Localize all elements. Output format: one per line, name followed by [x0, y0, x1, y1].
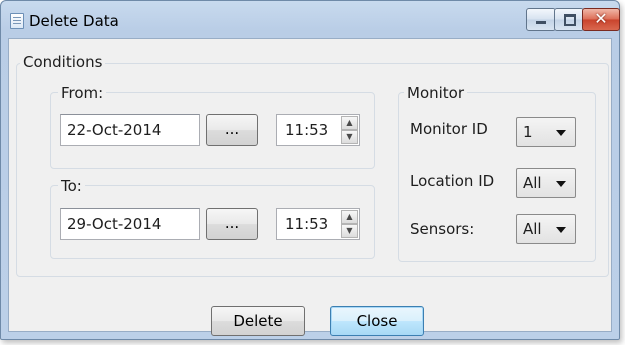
app-window-icon — [10, 13, 24, 29]
from-time-spinner[interactable]: 11:53 ▲ ▼ — [276, 114, 360, 146]
monitor-group-label: Monitor — [404, 84, 468, 102]
location-id-value: All — [523, 174, 542, 192]
to-date-field[interactable]: 29-Oct-2014 — [60, 208, 200, 240]
close-button[interactable]: Close — [330, 306, 424, 336]
title-bar[interactable]: Delete Data ✕ — [1, 1, 620, 39]
location-id-label: Location ID — [410, 172, 495, 190]
window-title: Delete Data — [29, 12, 119, 30]
to-date-browse-button[interactable]: ... — [206, 208, 258, 240]
from-label: From: — [58, 84, 107, 102]
to-time-spin-buttons: ▲ ▼ — [341, 210, 358, 238]
maximize-button[interactable] — [554, 8, 584, 31]
sensors-dropdown[interactable]: All — [516, 214, 576, 244]
spin-down-icon[interactable]: ▼ — [341, 224, 358, 238]
close-icon: ✕ — [594, 9, 608, 28]
from-time-spin-buttons: ▲ ▼ — [341, 116, 358, 144]
from-date-field[interactable]: 22-Oct-2014 — [60, 114, 200, 146]
maximize-icon — [564, 14, 576, 26]
monitor-id-value: 1 — [523, 123, 533, 141]
monitor-id-dropdown[interactable]: 1 — [516, 117, 576, 147]
to-time-spinner[interactable]: 11:53 ▲ ▼ — [276, 208, 360, 240]
to-time-value: 11:53 — [285, 215, 329, 233]
location-id-dropdown[interactable]: All — [516, 168, 576, 198]
chevron-down-icon — [556, 130, 566, 136]
minimize-button[interactable] — [526, 8, 556, 31]
chevron-down-icon — [556, 181, 566, 187]
sensors-label: Sensors: — [410, 220, 475, 238]
delete-button[interactable]: Delete — [211, 306, 305, 336]
spin-down-icon[interactable]: ▼ — [341, 130, 358, 144]
sensors-value: All — [523, 220, 542, 238]
chevron-down-icon — [556, 227, 566, 233]
conditions-group-label: Conditions — [20, 53, 106, 71]
close-window-button[interactable]: ✕ — [582, 8, 620, 31]
monitor-id-label: Monitor ID — [410, 120, 488, 138]
from-date-browse-button[interactable]: ... — [206, 114, 258, 146]
minimize-icon — [536, 21, 546, 24]
to-label: To: — [58, 177, 85, 195]
spin-up-icon[interactable]: ▲ — [341, 210, 358, 224]
spin-up-icon[interactable]: ▲ — [341, 116, 358, 130]
from-time-value: 11:53 — [285, 121, 329, 139]
